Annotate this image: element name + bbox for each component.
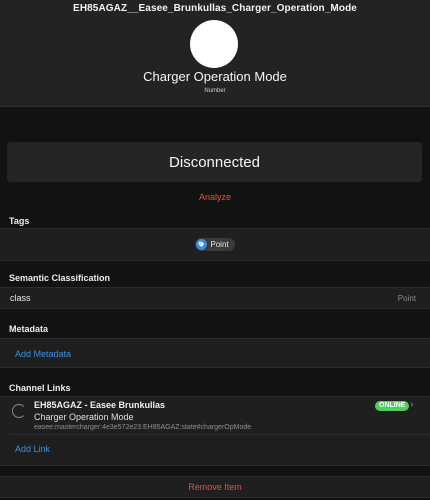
- item-icon-avatar: [190, 20, 238, 68]
- item-label: Charger Operation Mode: [143, 69, 287, 84]
- status-badge: ONLINE: [375, 401, 410, 411]
- remove-item-row: Remove Item: [0, 476, 430, 498]
- channel-link-item[interactable]: EH85AGAZ - Easee Brunkullas Charger Oper…: [0, 397, 430, 434]
- add-link-button[interactable]: Add Link: [15, 444, 50, 454]
- tags-section-title: Tags: [9, 216, 30, 226]
- metadata-section-title: Metadata: [9, 324, 49, 334]
- tag-chip-label: Point: [210, 240, 229, 249]
- chevron-right-icon: ›: [410, 399, 414, 410]
- item-state-value: Disconnected: [169, 153, 260, 171]
- semantic-class-value: Point: [397, 294, 416, 303]
- semantic-row: class Point: [0, 287, 430, 309]
- item-state-card[interactable]: Disconnected: [7, 142, 422, 182]
- link-thing-title: EH85AGAZ - Easee Brunkullas: [34, 400, 166, 410]
- link-channel-label: Charger Operation Mode: [34, 412, 134, 422]
- tag-icon: [196, 239, 208, 250]
- analyze-button[interactable]: Analyze: [0, 192, 430, 202]
- link-status-spinner-icon: [12, 404, 26, 418]
- semantic-class-label: class: [10, 293, 31, 303]
- semantic-section-title: Semantic Classification: [9, 273, 111, 283]
- item-type: Number: [204, 88, 226, 94]
- remove-item-button[interactable]: Remove Item: [188, 482, 242, 492]
- item-header: EH85AGAZ__Easee_Brunkullas_Charger_Opera…: [0, 0, 430, 107]
- tags-row: Point: [0, 228, 430, 261]
- item-name: EH85AGAZ__Easee_Brunkullas_Charger_Opera…: [73, 3, 357, 14]
- metadata-row: Add Metadata: [0, 338, 430, 368]
- add-metadata-link[interactable]: Add Metadata: [15, 349, 71, 359]
- tag-chip-point[interactable]: Point: [195, 238, 235, 251]
- channel-links-section-title: Channel Links: [9, 383, 71, 393]
- divider: [10, 434, 430, 435]
- link-channel-uid: easee:mastercharger:4e3e572e23:EH85AGAZ:…: [34, 424, 252, 431]
- channel-links-row: EH85AGAZ - Easee Brunkullas Charger Oper…: [0, 396, 430, 466]
